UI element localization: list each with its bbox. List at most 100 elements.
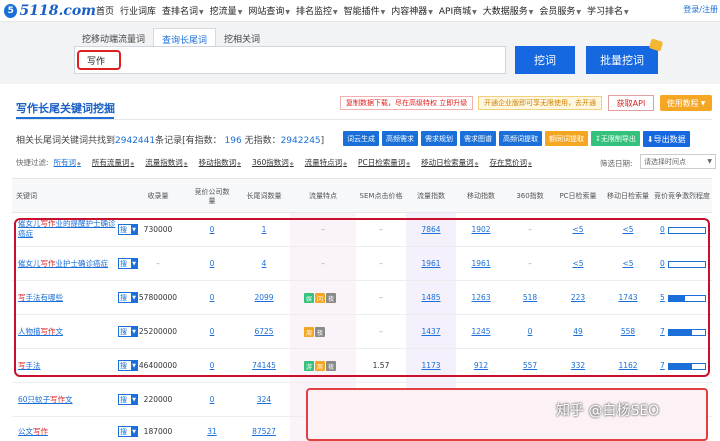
filter-link[interactable]: 存在竞价词◆ <box>490 157 532 168</box>
longtail-count[interactable]: 1 <box>240 225 288 234</box>
keyword-link[interactable]: 催女儿写作业护士确诊癌症 <box>18 259 116 269</box>
longtail-count[interactable]: 2099 <box>240 293 288 302</box>
longtail-count[interactable]: 74145 <box>240 361 288 370</box>
nav-item[interactable]: 首页 <box>96 4 114 17</box>
filter-link[interactable]: 移动日检索量词◆ <box>421 157 478 168</box>
nav-item[interactable]: 内容神器▼ <box>391 4 433 17</box>
nav-item[interactable]: 挖流量▼ <box>210 4 243 17</box>
flow-index[interactable]: 1437 <box>406 327 456 336</box>
filter-link[interactable]: 流量指数词◆ <box>145 157 187 168</box>
toolbar-button[interactable]: 高频词提取 <box>499 131 542 146</box>
nav-item[interactable]: 排名监控▼ <box>296 4 338 17</box>
bid-company-count[interactable]: 0 <box>192 327 232 336</box>
login-link[interactable]: 登录/注册 <box>683 4 718 15</box>
index-360[interactable]: 518 <box>506 293 554 302</box>
filter-link[interactable]: 所有词◆ <box>54 157 81 168</box>
date-select[interactable]: 请选择时间点 ▼ <box>640 154 716 169</box>
column-header[interactable]: SEM点击价格 <box>356 179 406 214</box>
longtail-count[interactable]: 6725 <box>240 327 288 336</box>
mobile-daily-search[interactable]: 1743 <box>602 293 654 302</box>
toolbar-button[interactable]: ↧ 无限制导出 <box>591 131 640 146</box>
longtail-count[interactable]: 87527 <box>240 427 288 436</box>
competition-value[interactable]: 7 <box>660 361 665 370</box>
enterprise-tag[interactable]: 开通企业版即可享无限使用，去开通 <box>478 96 602 110</box>
bid-company-count[interactable]: 0 <box>192 361 232 370</box>
keyword-link[interactable]: 60只蚊子写作文 <box>18 395 116 405</box>
competition-value[interactable]: 5 <box>660 293 665 302</box>
nav-item[interactable]: API商城▼ <box>439 4 477 17</box>
keyword-link[interactable]: 写手法 <box>18 361 116 371</box>
toolbar-button[interactable]: 需求图谱 <box>460 131 496 146</box>
toolbar-button[interactable]: 高频需求 <box>382 131 418 146</box>
longtail-count[interactable]: 4 <box>240 259 288 268</box>
filter-link[interactable]: 所有流量词◆ <box>92 157 134 168</box>
keyword-link[interactable]: 写手法有哪些 <box>18 293 116 303</box>
pc-daily-search[interactable]: <5 <box>554 225 602 234</box>
mobile-daily-search[interactable]: 558 <box>602 327 654 336</box>
column-header[interactable]: 移动日检索量 <box>602 179 654 214</box>
filter-link[interactable]: 流量特点词◆ <box>305 157 347 168</box>
flow-index[interactable]: 1173 <box>406 361 456 370</box>
nav-item[interactable]: 大数据服务▼ <box>483 4 534 17</box>
keyword-link[interactable]: 人物描写作文 <box>18 327 116 337</box>
column-header[interactable]: 收录量 <box>134 179 182 214</box>
nav-item[interactable]: 学习排名▼ <box>587 4 629 17</box>
bid-company-count[interactable]: 0 <box>192 293 232 302</box>
upgrade-tag[interactable]: 复制数据下载，尽在高级特权 立即升级 <box>340 96 474 110</box>
competition-value[interactable]: 7 <box>660 327 665 336</box>
competition-value[interactable]: 0 <box>660 225 665 234</box>
flow-index[interactable]: 1961 <box>406 259 456 268</box>
longtail-count[interactable]: 324 <box>240 395 288 404</box>
filter-link[interactable]: PC日检索量词◆ <box>358 157 410 168</box>
pc-daily-search[interactable]: 332 <box>554 361 602 370</box>
column-header[interactable]: 360指数 <box>506 179 554 214</box>
get-api-button[interactable]: 获取API <box>608 95 654 111</box>
mobile-index[interactable]: 1961 <box>456 259 506 268</box>
column-header[interactable]: 流量指数 <box>406 179 456 214</box>
mobile-daily-search[interactable]: <5 <box>602 259 654 268</box>
mobile-index[interactable]: 912 <box>456 361 506 370</box>
mobile-index[interactable]: 1263 <box>456 293 506 302</box>
logo[interactable]: 5 5118.com <box>0 0 96 22</box>
column-header[interactable]: 竞价公司数量 <box>192 179 232 214</box>
bid-company-count[interactable]: 0 <box>192 225 232 234</box>
flow-index[interactable]: 7864 <box>406 225 456 234</box>
tutorial-button[interactable]: 使用教程 ▼ <box>660 95 712 111</box>
column-header[interactable]: 流量特点 <box>290 179 356 214</box>
toolbar-button[interactable]: 额同词提取 <box>545 131 588 146</box>
filter-link[interactable]: 360指数词◆ <box>252 157 294 168</box>
batch-dig-button[interactable]: 批量挖词 <box>586 46 658 74</box>
bid-company-count[interactable]: 0 <box>192 395 232 404</box>
column-header[interactable]: 竞价竞争激烈程度 <box>654 179 710 214</box>
pc-daily-search[interactable]: <5 <box>554 259 602 268</box>
index-360[interactable]: 0 <box>506 327 554 336</box>
dig-button[interactable]: 挖词 <box>515 46 575 74</box>
mobile-index[interactable]: 1902 <box>456 225 506 234</box>
mobile-daily-search[interactable]: 1162 <box>602 361 654 370</box>
mobile-index[interactable]: 1245 <box>456 327 506 336</box>
bid-company-count[interactable]: 0 <box>192 259 232 268</box>
search-input[interactable]: 写作 <box>74 46 506 74</box>
filter-link[interactable]: 移动指数词◆ <box>199 157 241 168</box>
keyword-link[interactable]: 催女儿写作业的提醒护士确诊癌症 <box>18 219 116 239</box>
nav-item[interactable]: 网站查询▼ <box>248 4 290 17</box>
nav-item[interactable]: 会员服务▼ <box>539 4 581 17</box>
bid-company-count[interactable]: 31 <box>192 427 232 436</box>
pc-daily-search[interactable]: 49 <box>554 327 602 336</box>
toolbar-button[interactable]: 词云生成 <box>343 131 379 146</box>
flow-index[interactable]: 1485 <box>406 293 456 302</box>
column-header[interactable]: 关键词 <box>16 179 134 214</box>
toolbar-button[interactable]: ⬇ 导出数据 <box>642 131 690 147</box>
nav-item[interactable]: 行业词库 <box>120 4 156 17</box>
column-header[interactable]: 长尾词数量 <box>240 179 288 214</box>
toolbar-button[interactable]: 需求规划 <box>421 131 457 146</box>
index-360[interactable]: 557 <box>506 361 554 370</box>
column-header[interactable]: PC日检索量 <box>554 179 602 214</box>
nav-item[interactable]: 查排名词▼ <box>162 4 204 17</box>
keyword-link[interactable]: 公文写作 <box>18 427 116 437</box>
column-header[interactable]: 移动指数 <box>456 179 506 214</box>
competition-value[interactable]: 0 <box>660 259 665 268</box>
nav-item[interactable]: 智能插件▼ <box>344 4 386 17</box>
mobile-daily-search[interactable]: <5 <box>602 225 654 234</box>
pc-daily-search[interactable]: 223 <box>554 293 602 302</box>
